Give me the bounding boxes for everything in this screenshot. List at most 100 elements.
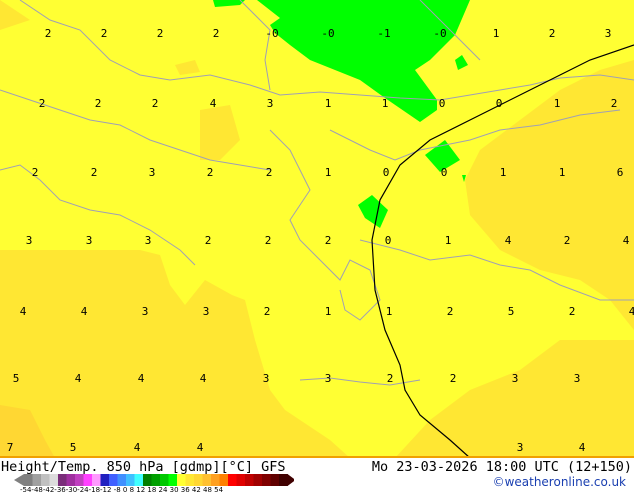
scale-swatch xyxy=(66,474,76,486)
scale-swatch xyxy=(92,474,101,486)
temperature-label: 3 xyxy=(263,372,270,385)
map-datetime: Mo 23-03-2026 18:00 UTC (12+150) xyxy=(371,459,632,475)
temperature-label: 1 xyxy=(325,97,332,110)
temperature-label: 2 xyxy=(387,372,394,385)
temperature-label: 4 xyxy=(134,441,141,454)
scale-swatch xyxy=(194,474,203,486)
map-footer: Height/Temp. 850 hPa [gdmp][°C] GFS Mo 2… xyxy=(0,456,634,494)
temperature-label: 5 xyxy=(70,441,77,454)
scale-left-arrow xyxy=(14,474,24,486)
temperature-label: 3 xyxy=(517,441,524,454)
temperature-label: 1 xyxy=(386,305,393,318)
temperature-label: 2 xyxy=(45,27,52,40)
scale-swatch xyxy=(143,474,152,486)
temperature-label: 3 xyxy=(86,234,93,247)
temperature-label: 4 xyxy=(138,372,145,385)
scale-swatch xyxy=(109,474,118,486)
scale-swatch xyxy=(236,474,246,486)
temperature-label: 2 xyxy=(264,305,271,318)
temperature-label: 4 xyxy=(20,305,27,318)
temperature-label: 4 xyxy=(579,441,586,454)
temperature-label: 4 xyxy=(629,305,634,318)
temperature-label: 2 xyxy=(95,97,102,110)
scale-swatch xyxy=(279,474,288,486)
temperature-label: 4 xyxy=(197,441,204,454)
weather-map: 2 2 2 2 -0 -0 -1 -0 1 2 3 2 2 2 4 3 1 1 0 0 1 2 2 2 3 2 2 1 0 0 1 1 6 3 3 3… xyxy=(0,0,634,458)
map-title: Height/Temp. 850 hPa [gdmp][°C] GFS xyxy=(1,459,286,475)
temperature-label: 5 xyxy=(13,372,20,385)
temperature-label: 6 xyxy=(617,166,624,179)
temperature-label: 3 xyxy=(267,97,274,110)
scale-swatch xyxy=(245,474,254,486)
credit-link[interactable]: ©weatheronline.co.uk xyxy=(493,475,626,489)
temperature-label: 1 xyxy=(325,305,332,318)
temperature-label: 4 xyxy=(623,234,630,247)
temperature-label: 2 xyxy=(152,97,159,110)
temperature-label: 2 xyxy=(207,166,214,179)
scale-swatch xyxy=(262,474,271,486)
temperature-label: 0 xyxy=(383,166,390,179)
temperature-label: 2 xyxy=(549,27,556,40)
scale-swatch xyxy=(253,474,263,486)
scale-swatch xyxy=(134,474,144,486)
temperature-label: -1 xyxy=(377,27,390,40)
temperature-label: 2 xyxy=(205,234,212,247)
scale-swatch xyxy=(32,474,42,486)
scale-swatch xyxy=(49,474,59,486)
temperature-label: 2 xyxy=(569,305,576,318)
temperature-label: 5 xyxy=(508,305,515,318)
scale-swatch xyxy=(24,474,33,486)
temperature-label: 1 xyxy=(500,166,507,179)
temperature-label: 2 xyxy=(266,166,273,179)
temperature-label: 3 xyxy=(574,372,581,385)
scale-swatch xyxy=(185,474,195,486)
temperature-label: 2 xyxy=(32,166,39,179)
temperature-label: 1 xyxy=(445,234,452,247)
color-scale-legend xyxy=(14,474,294,486)
temperature-label: 7 xyxy=(7,441,14,454)
temperature-label: -0 xyxy=(321,27,334,40)
scale-swatch xyxy=(219,474,229,486)
temperature-label: 2 xyxy=(91,166,98,179)
temperature-label: 3 xyxy=(605,27,612,40)
temperature-label: 1 xyxy=(554,97,561,110)
temperature-label: 3 xyxy=(512,372,519,385)
temperature-label: 3 xyxy=(325,372,332,385)
temperature-label: 2 xyxy=(157,27,164,40)
temperature-label: 1 xyxy=(382,97,389,110)
temperature-label: 2 xyxy=(265,234,272,247)
temperature-label: -0 xyxy=(265,27,278,40)
scale-swatch xyxy=(83,474,93,486)
temperature-label: 4 xyxy=(210,97,217,110)
temperature-label: 4 xyxy=(505,234,512,247)
temperature-label: 0 xyxy=(496,97,503,110)
temperature-label: 3 xyxy=(203,305,210,318)
temperature-label: 3 xyxy=(145,234,152,247)
legend-ticks: -54-48-42-36-30-24-18-12 -8 0 8 12 18 24… xyxy=(20,486,224,494)
temperature-label: 2 xyxy=(447,305,454,318)
scale-swatch xyxy=(211,474,220,486)
temperature-label: 2 xyxy=(101,27,108,40)
scale-swatch xyxy=(126,474,135,486)
temperature-label: 4 xyxy=(75,372,82,385)
scale-swatch xyxy=(75,474,84,486)
temperature-label: 3 xyxy=(142,305,149,318)
temperature-label: 2 xyxy=(39,97,46,110)
temperature-label: 2 xyxy=(325,234,332,247)
temperature-label: 2 xyxy=(564,234,571,247)
scale-swatch xyxy=(177,474,186,486)
scale-swatch xyxy=(41,474,50,486)
temperature-label: 2 xyxy=(450,372,457,385)
temperature-label: 0 xyxy=(441,166,448,179)
temperature-label: 3 xyxy=(149,166,156,179)
scale-swatch xyxy=(151,474,161,486)
temperature-label: 1 xyxy=(493,27,500,40)
temperature-label: 4 xyxy=(81,305,88,318)
scale-swatch xyxy=(228,474,237,486)
scale-swatch xyxy=(117,474,127,486)
temperature-label: 3 xyxy=(26,234,33,247)
temperature-label: 2 xyxy=(611,97,618,110)
scale-right-arrow xyxy=(287,474,294,486)
temperature-label: 2 xyxy=(213,27,220,40)
temperature-label: 4 xyxy=(200,372,207,385)
